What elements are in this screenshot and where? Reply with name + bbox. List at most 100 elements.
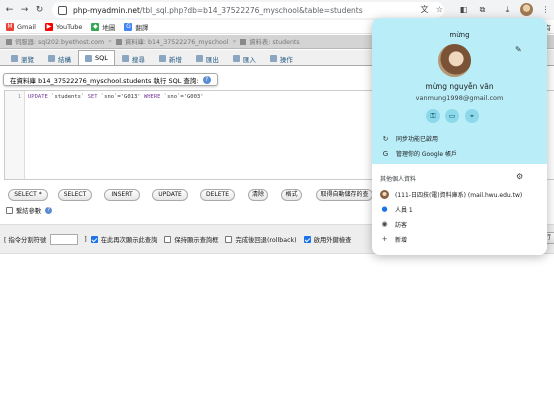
other-profiles-list: (111-日四技(電)資料庫系) (mail.hwu.edu.tw) ● 人員 1… [372, 187, 547, 247]
profile-item-guest[interactable]: ◉ 訪客 [372, 217, 547, 232]
reload-icon[interactable]: ↻ [34, 5, 45, 16]
bind-params: 繫結參數 ? [6, 206, 53, 215]
get-autosaved-query-button[interactable]: 取得自動儲存的查 [316, 189, 373, 201]
tab-label: 新增 [168, 55, 182, 64]
back-icon[interactable]: ← [4, 5, 15, 16]
tab-operations[interactable]: 操作 [263, 51, 300, 65]
insert-button[interactable]: INSERT [104, 189, 140, 201]
delimiter-input[interactable] [50, 234, 79, 245]
tab-search[interactable]: 搜尋 [115, 51, 152, 65]
option-label: 啟用外鍵檢查 [313, 237, 352, 244]
tab-label: 搜尋 [131, 55, 145, 64]
extension-icon[interactable]: ◧ [458, 4, 469, 15]
foreign-key-checks-checkbox[interactable] [303, 236, 311, 243]
help-icon[interactable]: ? [45, 207, 53, 214]
browse-icon [11, 55, 18, 62]
plus-icon: + [381, 235, 388, 243]
passwords-key-icon[interactable]: ⚿ [426, 109, 440, 123]
forward-icon[interactable]: → [19, 5, 30, 16]
bookmark-maps[interactable]: ◆ 地圖 [91, 22, 115, 32]
sync-icon: ↻ [382, 134, 389, 143]
profile-label: 新增 [395, 237, 408, 244]
bookmark-youtube[interactable]: ▶ YouTube [44, 22, 82, 31]
tab-export[interactable]: 匯出 [189, 51, 226, 65]
retain-query-box-checkbox[interactable] [164, 236, 172, 243]
show-query-again-checkbox[interactable] [90, 236, 98, 243]
sync-status-item[interactable]: ↻ 同步功能已啟用 [372, 131, 547, 146]
translate-icon[interactable]: 文 [419, 4, 430, 15]
profile-item-school[interactable]: (111-日四技(電)資料庫系) (mail.hwu.edu.tw) [372, 187, 547, 202]
addresses-pin-icon[interactable]: ⌖ [465, 109, 479, 123]
url-text: php-myadmin.net/tbl_sql.php?db=b14_37522… [73, 5, 363, 15]
option-label: 保持顯示查詢框 [174, 237, 219, 244]
youtube-icon: ▶ [44, 22, 53, 31]
tab-insert[interactable]: 新增 [152, 51, 189, 65]
payment-card-icon[interactable]: ▭ [445, 109, 459, 123]
rollback-option[interactable]: 完成後回退(rollback) [225, 235, 297, 244]
menu-icon[interactable]: ⋮ [540, 4, 551, 15]
tab-browse[interactable]: 瀏覽 [4, 51, 41, 65]
retain-query-box-option[interactable]: 保持顯示查詢框 [164, 235, 218, 244]
sql-code[interactable]: UPDATE `students` SET `sno`='G013' WHERE… [28, 94, 204, 100]
tab-structure[interactable]: 結構 [41, 51, 78, 65]
other-profiles: 其他個人資料 ⚙ (111-日四技(電)資料庫系) (mail.hwu.edu.… [372, 164, 547, 255]
tab-label: 操作 [279, 55, 293, 64]
bind-params-checkbox[interactable] [6, 207, 13, 214]
delimiter-label: [ 指令分割符號 [4, 237, 47, 244]
manage-account-item[interactable]: G 管理你的 Google 帳戶 [372, 146, 547, 161]
profile-popup: mừng ✎ mừng nguyễn văn vanmung1998@gmail… [372, 18, 547, 255]
address-bar[interactable]: php-myadmin.net/tbl_sql.php?db=b14_37522… [52, 2, 444, 18]
clear-button[interactable]: 清除 [248, 189, 268, 201]
tab-label: 瀏覽 [21, 55, 34, 64]
operations-icon [269, 55, 277, 62]
tab-label: 結構 [58, 55, 71, 64]
show-query-again-option[interactable]: 在此再次顯示此查詢 [90, 235, 158, 244]
menu-label: 管理你的 Google 帳戶 [396, 151, 457, 158]
profile-header: mừng ✎ mừng nguyễn văn vanmung1998@gmail… [372, 18, 547, 164]
structure-icon [48, 55, 55, 62]
sql-text: `sno`='G013' [97, 94, 144, 100]
profile-avatar [438, 44, 471, 77]
profile-item-person1[interactable]: ● 人員 1 [372, 202, 547, 217]
edit-pencil-icon[interactable]: ✎ [515, 45, 522, 54]
help-icon[interactable]: ? [202, 75, 211, 84]
crumb-server[interactable]: 伺服器: sql202.byethost.com [15, 37, 104, 46]
option-label: 完成後回退(rollback) [235, 237, 297, 244]
download-icon[interactable]: ⤓ [502, 4, 513, 15]
select-button[interactable]: SELECT [58, 189, 92, 201]
select-all-button[interactable]: SELECT * [8, 189, 48, 201]
format-button[interactable]: 格式 [281, 189, 302, 201]
profile-label: (111-日四技(電)資料庫系) (mail.hwu.edu.tw) [395, 192, 523, 199]
update-button[interactable]: UPDATE [152, 189, 188, 201]
tab-sql[interactable]: SQL [78, 50, 115, 65]
option-label: 在此再次顯示此查詢 [100, 237, 158, 244]
profile-item-add[interactable]: + 新增 [372, 232, 547, 247]
profile-email: vanmung1998@gmail.com [415, 94, 504, 102]
sql-keyword: UPDATE [28, 94, 48, 100]
profile-avatar-button[interactable] [520, 3, 533, 16]
puzzle-icon[interactable]: ⧉ [477, 4, 488, 15]
query-title: 在資料庫 b14_37522276_myschool.students 執行 S… [3, 73, 218, 86]
bookmark-label: 翻譯 [135, 23, 149, 32]
profile-photo-icon [380, 190, 389, 199]
delete-button[interactable]: DELETE [200, 189, 235, 201]
query-options-row: [ 指令分割符號 ] 在此再次顯示此查詢 保持顯示查詢框 完成後回退(rollb… [4, 234, 358, 245]
bookmark-star-icon[interactable]: ☆ [434, 4, 445, 15]
tab-import[interactable]: 匯入 [226, 51, 263, 65]
crumb-table[interactable]: 資料表: students [249, 37, 299, 46]
google-icon: G [382, 149, 389, 158]
line-number: 1 [17, 94, 21, 100]
other-profiles-title: 其他個人資料 [380, 176, 417, 183]
sql-keyword: SET [87, 94, 98, 100]
crumb-database[interactable]: 資料庫: b14_37522276_myschool [125, 37, 228, 46]
bookmark-gmail[interactable]: M Gmail [6, 22, 36, 31]
rollback-checkbox[interactable] [225, 236, 233, 243]
insert-icon [158, 55, 166, 62]
site-info-icon[interactable] [58, 5, 67, 15]
bookmark-translate[interactable]: G 翻譯 [124, 22, 148, 32]
tab-label: 匯出 [205, 55, 219, 64]
foreign-key-checks-option[interactable]: 啟用外鍵檢查 [303, 235, 352, 244]
profile-short-name: mừng [449, 31, 470, 39]
translate-icon: G [124, 22, 133, 31]
gear-icon[interactable]: ⚙ [516, 172, 523, 181]
